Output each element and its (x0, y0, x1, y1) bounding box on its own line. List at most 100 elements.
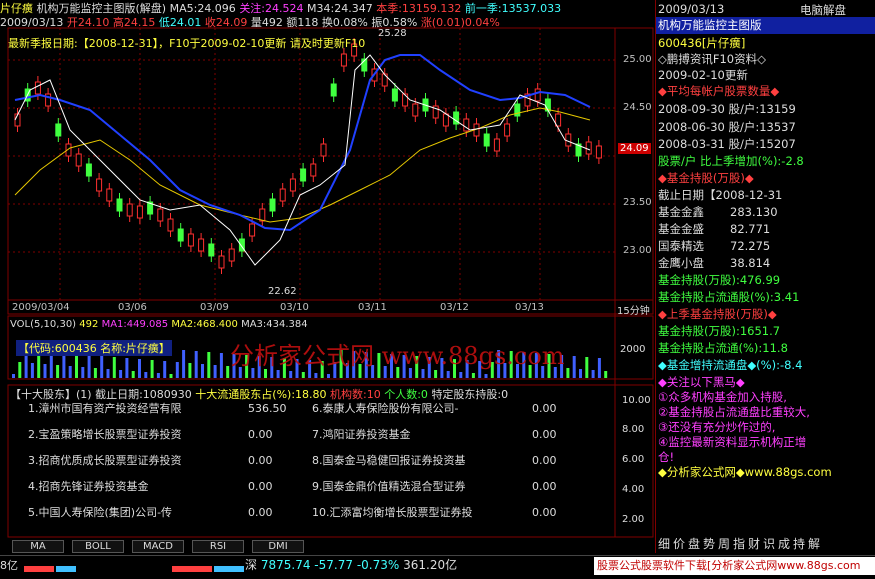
candle (279, 188, 286, 202)
volume-bar (106, 369, 110, 378)
holder-name: 10.汇添富均衡增长股票型证券投 (312, 506, 473, 519)
holder-value: 0.00 (532, 506, 557, 519)
volume-bar (182, 350, 186, 378)
volume-bar (572, 356, 576, 378)
volume-bar (56, 365, 60, 378)
vol-value: 492 (79, 319, 99, 330)
volume-bar (163, 361, 167, 378)
table-title: 【十大股东】(1) 截止日期:1080930 (10, 388, 192, 401)
right-site[interactable]: ◆分析家公式网◆www.88gs.com (658, 465, 832, 480)
candle (534, 88, 541, 102)
right-row: ◆基金增持流通盘◆(%):-8.4 (658, 358, 803, 372)
holder-value: 0.00 (248, 454, 273, 467)
benji-value: 本季:13159.132 (376, 2, 462, 15)
volume-bar (471, 373, 475, 378)
fund-name: 国泰精选 (658, 239, 704, 253)
candle (504, 123, 511, 137)
candle (289, 178, 296, 192)
x-label: 03/09 (200, 302, 229, 313)
notice-line: 最新季报日期:【2008-12-31】，F10于2009-02-10更新 请及时… (8, 37, 366, 50)
volume-bar (194, 351, 198, 378)
fund-value: 82.771 (730, 222, 771, 236)
volume-bar (125, 358, 129, 378)
holder-name: 4.招商先锋证券投资基金 (28, 480, 149, 493)
right-note: ②基金持股占流通盘比重较大, (658, 405, 810, 419)
candle (218, 255, 225, 269)
tab-rsi[interactable]: RSI (192, 540, 244, 553)
vol-stock-tag: 【代码:600436 名称:片仔癀】 (16, 340, 172, 356)
candle (187, 233, 194, 247)
status-bars (24, 566, 244, 572)
right-f10[interactable]: ◇鹏搏资讯F10资料◇ (658, 52, 766, 67)
holder-value: 0.00 (532, 402, 557, 415)
tab-dmi[interactable]: DMI (252, 540, 304, 553)
right-section3: ◆上季基金持股(万股)◆ (658, 307, 777, 321)
volume-bar (314, 373, 318, 378)
candle (330, 83, 337, 97)
lower-scale: 4.00 (622, 484, 645, 495)
volume-bar (213, 365, 217, 378)
volume-bar (327, 374, 330, 378)
lower-scale: 8.00 (622, 424, 645, 435)
info-amt: 额118 (286, 16, 319, 29)
volume-bar (87, 355, 91, 378)
right-section2: ◆基金持股(万股)◆ (658, 171, 754, 185)
right-row: 基金持股占流通股(%):3.41 (658, 290, 800, 304)
status-ad[interactable]: 股票公式股票软件下载[分析家公式网www.88gs.com (594, 557, 875, 575)
holder-name: 9.国泰金鼎价值精选混合型证券 (312, 480, 466, 493)
right-row: 截止日期【2008-12-31 (658, 188, 783, 202)
candle (391, 88, 398, 102)
volume-bar (597, 358, 601, 378)
holder-name: 8.国泰金马稳健回报证券投资基 (312, 454, 466, 467)
status-amt: 361.20亿 (403, 558, 458, 572)
candle (96, 178, 103, 192)
m34-value: M34:24.347 (307, 2, 373, 15)
price-label: 23.50 (623, 197, 652, 208)
fund-name: 基金金鑫 (658, 205, 704, 219)
volume-bar (100, 356, 104, 378)
holder-value: 0.00 (248, 506, 273, 519)
candle (259, 208, 266, 222)
high-mark: 25.28 (378, 28, 407, 39)
period-selector[interactable]: 15分钟 (617, 302, 650, 317)
candle (300, 168, 307, 182)
fund-value: 38.814 (730, 256, 771, 270)
indicator-title: 机构万能监控主图版(解盘) (36, 2, 167, 15)
price-label: 23.00 (623, 245, 652, 256)
right-bottom-tabs[interactable]: 细价盘势周指财识成持解 (658, 537, 823, 552)
right-section4: ◆关注以下黑马◆ (658, 375, 745, 389)
volume-bar (289, 371, 293, 378)
lower-scale: 6.00 (622, 454, 645, 465)
right-date: 2009/03/13 (658, 2, 725, 16)
volume-bar (81, 367, 85, 378)
volume-bar (566, 368, 570, 378)
volume-bar (484, 374, 488, 378)
right-row: 2008-06-30 股/户:13537 (658, 120, 796, 134)
status-sz: 深 (245, 558, 258, 572)
volume-bar (604, 371, 608, 378)
volume-bar (156, 373, 160, 378)
volume-bar (175, 362, 179, 378)
volume-bar (131, 371, 135, 378)
guanzhu-value: 关注:24.524 (239, 2, 304, 15)
lower-scale: 10.00 (622, 395, 651, 406)
candle (228, 248, 235, 262)
status-pct: -0.73% (356, 558, 400, 572)
ma-yellow-line (14, 107, 591, 223)
info-open: 开24.10 (66, 16, 110, 29)
tab-ma[interactable]: MA (12, 540, 64, 553)
candle (442, 113, 449, 127)
x-label: 03/11 (358, 302, 387, 313)
volume-bar (591, 370, 595, 378)
tab-macd[interactable]: MACD (132, 540, 184, 553)
right-row: 股票/户 比上季增加(%):-2.8 (658, 154, 804, 168)
holder-value: 536.50 (248, 402, 287, 415)
volume-bar (207, 352, 211, 378)
info-zhang: 涨(0.01)0.04% (420, 16, 500, 29)
volume-bar (43, 364, 47, 378)
holder-name: 6.泰康人寿保险股份有限公司- (312, 402, 459, 415)
candle (34, 81, 41, 95)
tab-boll[interactable]: BOLL (72, 540, 124, 553)
status-chg: -57.77 (314, 558, 353, 572)
table-jg: 机构数:10 (330, 388, 381, 401)
